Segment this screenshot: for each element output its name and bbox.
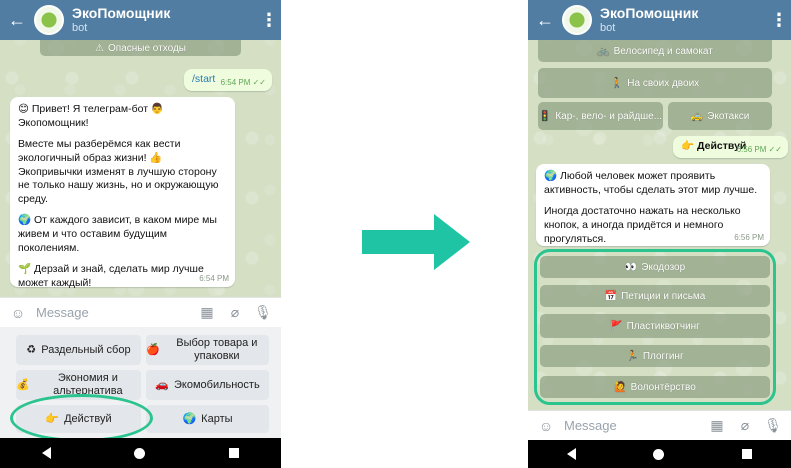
message-input-bar: ☺ Message ▦ ⌀ 🎙 — [0, 297, 281, 327]
reply-paragraph-1: 🌍 Любой человек может проявить активност… — [544, 170, 758, 196]
inline-button-label: Плоггинг — [642, 350, 684, 362]
more-menu-icon[interactable]: ⋮ — [767, 10, 791, 31]
more-menu-icon[interactable]: ⋮ — [257, 10, 281, 31]
outgoing-message-start: /start 6:54 PM ✓✓ — [184, 69, 272, 91]
inline-button-label: Пластиквотчинг — [626, 320, 700, 332]
attach-icon[interactable]: ⌀ — [735, 416, 755, 436]
message-input[interactable]: Message — [36, 305, 189, 320]
incoming-message-reply: 🌍 Любой человек может проявить активност… — [536, 164, 770, 246]
keyboard-button-economy[interactable]: 💰 Экономия и альтернатива — [16, 370, 141, 400]
sticker-icon[interactable]: ☺ — [536, 416, 556, 436]
chat-title: ЭкоПомощник — [600, 5, 699, 22]
pointing-hand-icon: 👉 — [45, 411, 60, 425]
back-arrow-icon[interactable]: ← — [528, 10, 562, 31]
chat-header: ← ЭкоПомощник bot ⋮ — [528, 0, 791, 40]
keyboard-button-maps[interactable]: 🌍 Карты — [146, 405, 269, 433]
nav-home-icon[interactable] — [134, 447, 146, 459]
message-time: 6:56 PM ✓✓ — [736, 144, 782, 154]
bicycle-icon: 🚲 — [597, 45, 610, 57]
walking-icon: 🚶 — [610, 77, 624, 89]
chat-header: ← ЭкоПомощник bot ⋮ — [0, 0, 281, 40]
inline-button-plogging[interactable]: 🏃 Плоггинг — [540, 345, 770, 367]
warning-icon: ⚠ — [95, 42, 104, 54]
sticker-icon[interactable]: ☺ — [8, 303, 28, 323]
money-bag-icon: 💰 — [16, 377, 30, 391]
message-input-bar: ☺ Message ▦ ⌀ 🎙 — [528, 410, 791, 440]
inline-button-label: Экотакси — [707, 110, 750, 122]
welcome-paragraph-3: 🌍 От каждого зависит, в каком мире мы жи… — [18, 214, 217, 254]
outgoing-message-act: 👉 Действуй 6:56 PM ✓✓ — [673, 136, 788, 158]
right-phone-screen: ← ЭкоПомощник bot ⋮ 🚲 Велосипед и самока… — [528, 0, 791, 468]
keyboard-toggle-icon[interactable]: ▦ — [197, 303, 217, 323]
calendar-icon: 📅 — [604, 290, 618, 302]
inline-button-label: Велосипед и самокат — [613, 45, 713, 57]
chat-title: ЭкоПомощник — [72, 5, 171, 22]
back-arrow-icon[interactable]: ← — [0, 10, 34, 31]
keyboard-button-eco-mobility[interactable]: 🚗 Экомобильность — [146, 370, 269, 400]
raised-hand-icon: 🙋 — [614, 381, 627, 393]
android-nav-bar — [528, 440, 791, 468]
taxi-icon: 🚕 — [690, 110, 704, 122]
inline-button-label: Петиции и письма — [621, 290, 706, 302]
microphone-icon[interactable]: 🎙 — [253, 303, 273, 323]
keyboard-button-label: Действуй — [64, 412, 112, 425]
keyboard-toggle-icon[interactable]: ▦ — [707, 416, 727, 436]
inline-button-plastic-watching[interactable]: 🚩 Пластиквотчинг — [540, 314, 770, 338]
traffic-light-icon: 🚦 — [538, 110, 552, 122]
inline-button-car-bike-sharing[interactable]: 🚦 Кар-, вело- и райдше... — [538, 102, 663, 130]
welcome-paragraph-4: 🌱 Дерзай и знай, сделать мир лучше может… — [18, 263, 204, 290]
keyboard-button-label: Карты — [201, 412, 233, 425]
bot-avatar[interactable] — [562, 5, 592, 35]
reply-keyboard: ♻ Раздельный сбор 🍎 Выбор товара и упако… — [0, 327, 281, 438]
eyes-icon: 👀 — [624, 261, 638, 273]
recycle-icon: ♻ — [26, 342, 37, 356]
inline-button-label: Опасные отходы — [107, 42, 186, 54]
chat-subtitle: bot — [72, 21, 88, 34]
reply-paragraph-2: Иногда достаточно нажать на несколько кн… — [544, 205, 741, 245]
inline-button-label: Экодозор — [641, 261, 686, 273]
inline-button-label: Волонтёрство — [630, 381, 696, 393]
car-icon: 🚗 — [155, 377, 169, 391]
inline-button-label: Кар-, вело- и райдше... — [555, 110, 663, 122]
bot-avatar[interactable] — [34, 5, 64, 35]
inline-button-petitions[interactable]: 📅 Петиции и письма — [540, 285, 770, 307]
nav-back-icon[interactable] — [566, 448, 576, 460]
keyboard-button-label: Экономия и альтернатива — [53, 372, 123, 397]
welcome-paragraph-1: 😊 Привет! Я телеграм-бот 👨 Экопомощник! — [18, 103, 165, 129]
microphone-icon[interactable]: 🎙 — [763, 416, 783, 436]
keyboard-button-label: Экомобильность — [174, 378, 260, 391]
android-nav-bar — [0, 438, 281, 468]
keyboard-button-separate-collection[interactable]: ♻ Раздельный сбор — [16, 335, 141, 365]
message-time: 6:56 PM — [734, 232, 764, 242]
keyboard-button-label: Выбор товара и упаковки — [176, 337, 258, 362]
inline-button-volunteering[interactable]: 🙋 Волонтёрство — [540, 376, 770, 398]
nav-home-icon[interactable] — [653, 448, 665, 460]
welcome-paragraph-2: Вместе мы разберёмся как вести экологичн… — [18, 138, 219, 205]
red-flag-icon: 🚩 — [610, 320, 623, 332]
inline-button-label: На своих двоих — [627, 77, 700, 89]
inline-button-hazardous-waste[interactable]: ⚠ Опасные отходы — [40, 40, 241, 56]
keyboard-button-product-choice[interactable]: 🍎 Выбор товара и упаковки — [146, 335, 269, 365]
apple-icon: 🍎 — [146, 342, 160, 356]
start-command-text: /start — [192, 73, 216, 85]
globe-icon: 🌍 — [182, 411, 197, 425]
running-icon: 🏃 — [626, 350, 639, 362]
incoming-message-welcome: 😊 Привет! Я телеграм-бот 👨 Экопомощник! … — [10, 97, 235, 290]
inline-button-eco-taxi[interactable]: 🚕 Экотакси — [668, 102, 772, 130]
inline-button-eco-patrol[interactable]: 👀 Экодозор — [540, 256, 770, 278]
message-time: 6:54 PM ✓✓ — [220, 77, 266, 87]
message-time: 6:54 PM — [199, 273, 229, 283]
nav-recents-icon[interactable] — [229, 448, 240, 458]
message-input[interactable]: Message — [564, 418, 699, 433]
inline-button-bike-scooter[interactable]: 🚲 Велосипед и самокат — [538, 40, 772, 62]
left-phone-screen: ← ЭкоПомощник bot ⋮ ⚠ Опасные отходы /st… — [0, 0, 281, 468]
keyboard-button-act[interactable]: 👉 Действуй — [16, 405, 141, 433]
arrow-right-icon — [362, 214, 470, 270]
inline-button-on-foot[interactable]: 🚶 На своих двоих — [538, 68, 772, 98]
nav-back-icon[interactable] — [41, 447, 51, 459]
attach-icon[interactable]: ⌀ — [225, 303, 245, 323]
chat-subtitle: bot — [600, 21, 616, 34]
nav-recents-icon[interactable] — [742, 449, 753, 459]
keyboard-button-label: Раздельный сбор — [41, 343, 131, 356]
